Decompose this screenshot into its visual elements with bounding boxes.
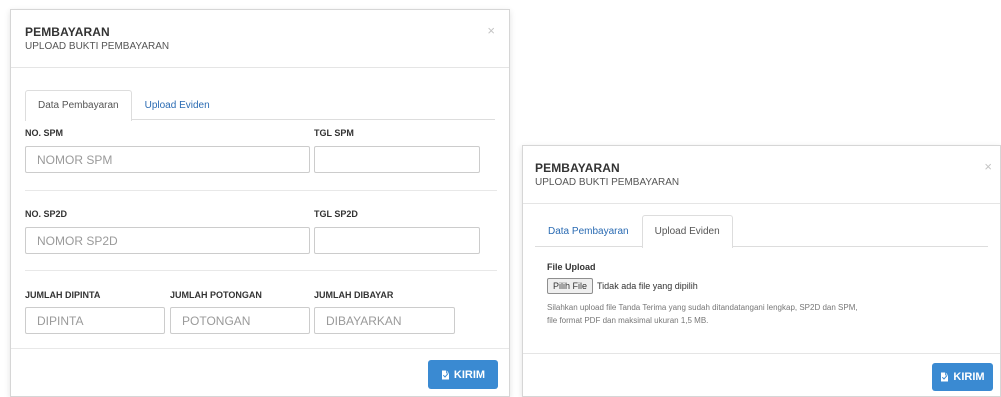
modal-subtitle: UPLOAD BUKTI PEMBAYARAN: [25, 41, 170, 52]
no-spm-label: NO. SPM: [25, 128, 64, 138]
file-upload-label: File Upload: [547, 262, 596, 272]
close-icon[interactable]: ×: [487, 24, 495, 37]
no-sp2d-label: NO. SP2D: [25, 209, 68, 219]
jumlah-dipinta-label: JUMLAH DIPINTA: [25, 290, 101, 300]
jumlah-dibayar-input[interactable]: [314, 307, 455, 334]
kirim-button[interactable]: KIRIM: [932, 363, 993, 391]
file-upload-section: File Upload Pilih File Tidak ada file ya…: [547, 262, 987, 327]
tab-data-pembayaran[interactable]: Data Pembayaran: [535, 215, 642, 247]
footer-divider: [11, 348, 509, 349]
payment-modal-data: PEMBAYARAN UPLOAD BUKTI PEMBAYARAN × Dat…: [10, 9, 510, 397]
jumlah-potongan-input[interactable]: [170, 307, 310, 334]
jumlah-dipinta-input[interactable]: [25, 307, 165, 334]
modal-header: PEMBAYARAN UPLOAD BUKTI PEMBAYARAN ×: [523, 146, 1000, 204]
tab-bar: Data Pembayaran Upload Eviden: [535, 215, 988, 248]
divider: [25, 270, 497, 271]
help-line: Silahkan upload file Tanda Terima yang s…: [547, 303, 858, 312]
modal-header: PEMBAYARAN UPLOAD BUKTI PEMBAYARAN ×: [11, 10, 509, 68]
kirim-button[interactable]: KIRIM: [428, 360, 498, 389]
tgl-sp2d-label: TGL SP2D: [314, 209, 358, 219]
close-icon[interactable]: ×: [984, 160, 992, 173]
no-sp2d-input[interactable]: [25, 227, 310, 254]
file-icon: [941, 372, 949, 382]
modal-subtitle: UPLOAD BUKTI PEMBAYARAN: [535, 177, 680, 188]
jumlah-dibayar-label: JUMLAH DIBAYAR: [314, 290, 394, 300]
jumlah-potongan-label: JUMLAH POTONGAN: [170, 290, 262, 300]
help-line: file format PDF dan maksimal ukuran 1,5 …: [547, 316, 709, 325]
tab-bar: Data Pembayaran Upload Eviden: [25, 90, 495, 121]
footer-divider: [523, 353, 1000, 354]
tab-upload-eviden[interactable]: Upload Eviden: [132, 90, 223, 120]
upload-help-text: Silahkan upload file Tanda Terima yang s…: [547, 301, 987, 327]
modal-title: PEMBAYARAN: [25, 25, 110, 39]
no-spm-input[interactable]: [25, 146, 310, 173]
modal-title: PEMBAYARAN: [535, 161, 620, 175]
tab-data-pembayaran[interactable]: Data Pembayaran: [25, 90, 132, 121]
choose-file-button[interactable]: Pilih File: [547, 278, 594, 294]
payment-modal-upload: PEMBAYARAN UPLOAD BUKTI PEMBAYARAN × Dat…: [522, 145, 1001, 397]
file-status-text: Tidak ada file yang dipilih: [597, 281, 698, 291]
kirim-button-label: KIRIM: [953, 371, 985, 383]
file-icon: [441, 370, 449, 379]
tab-upload-eviden[interactable]: Upload Eviden: [641, 215, 733, 248]
tgl-spm-label: TGL SPM: [314, 128, 354, 138]
tgl-spm-input[interactable]: [314, 146, 480, 173]
divider: [25, 190, 497, 191]
kirim-button-label: KIRIM: [453, 368, 486, 381]
file-input-row: Pilih File Tidak ada file yang dipilih: [547, 278, 987, 294]
screenshot-stage: PEMBAYARAN UPLOAD BUKTI PEMBAYARAN × Dat…: [0, 0, 1001, 397]
tgl-sp2d-input[interactable]: [314, 227, 480, 254]
